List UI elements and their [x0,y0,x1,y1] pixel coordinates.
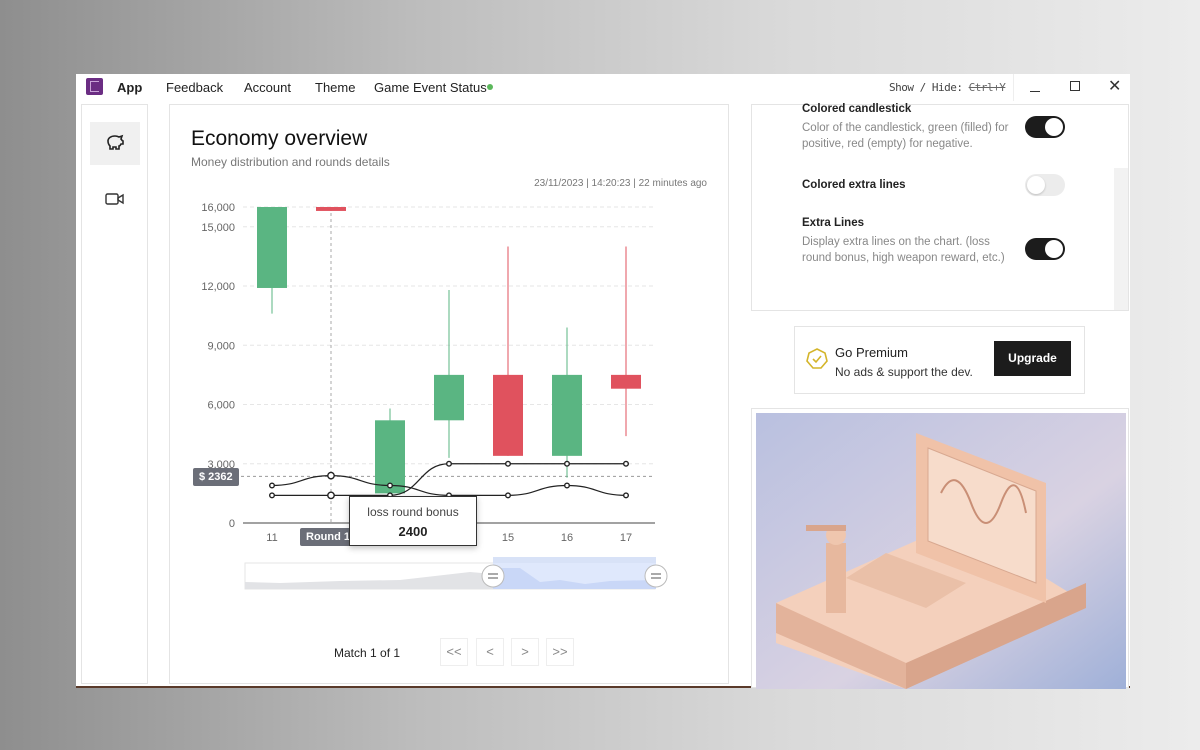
extra-line-point [446,460,453,467]
tooltip-series: loss round bonus [367,505,459,519]
candle-up [552,374,582,456]
colored-extra-lines-toggle[interactable] [1025,174,1065,196]
colored-candlestick-toggle[interactable] [1025,116,1065,138]
zoom-range-bar [493,557,656,563]
last-page-button[interactable]: >> [546,638,574,666]
extra-line-point [327,491,335,500]
x-tick-label: 15 [502,532,514,544]
candle-up [375,420,405,494]
candle-down [493,374,523,456]
y-tick-label: 12,000 [201,281,235,293]
first-page-button[interactable]: << [440,638,468,666]
upgrade-button[interactable]: Upgrade [994,341,1071,376]
tooltip-value: 2400 [398,524,428,539]
candle-down [316,207,346,211]
premium-desc: No ads & support the dev. [835,365,973,379]
zoom-handle-left [481,564,505,588]
extra-line-point [623,460,630,467]
extra-lines-toggle[interactable] [1025,238,1065,260]
data-zoom-slider[interactable] [240,555,670,595]
setting-title: Extra Lines [802,217,864,229]
prev-page-button[interactable]: < [476,638,504,666]
next-page-button[interactable]: > [511,638,539,666]
y-tick-label: 0 [229,518,235,530]
x-tick-label: 16 [561,532,573,544]
isometric-gaming-illustration [756,413,1126,689]
settings-scrollbar[interactable] [1114,168,1128,310]
x-tick-label: 11 [266,532,277,544]
match-counter: Match 1 of 1 [334,646,401,660]
extra-line-point [387,482,394,489]
y-tick-label: 16,000 [201,202,235,214]
premium-title: Go Premium [835,345,908,360]
chart-tooltip: loss round bonus 2400 [349,496,477,546]
setting-title: Colored candlestick [802,103,912,115]
candle-up [434,374,464,421]
candle-down [611,374,641,389]
y-tick-label: 6,000 [207,400,235,412]
setting-desc: Display extra lines on the chart. (loss … [802,236,1005,264]
extra-line-point [505,492,512,499]
extra-line-point [564,460,571,467]
y-tick-label: 15,000 [201,222,235,234]
crosshair-y-label: $ 2362 [193,468,239,486]
promo-image-frame [751,408,1129,689]
candle-up [257,207,287,288]
y-tick-label: 9,000 [207,340,235,352]
extra-line-point [327,471,335,480]
extra-line [272,463,626,496]
x-tick-label: 17 [620,532,632,544]
setting-desc: Color of the candlestick, green (filled)… [802,122,1009,150]
extra-line-point [564,482,571,489]
setting-title: Colored extra lines [802,179,906,191]
extra-line-point [269,492,276,499]
extra-line-point [623,492,630,499]
zoom-handle-right [644,564,668,588]
extra-line-point [505,460,512,467]
extra-line-point [269,482,276,489]
premium-badge-icon [806,348,828,369]
